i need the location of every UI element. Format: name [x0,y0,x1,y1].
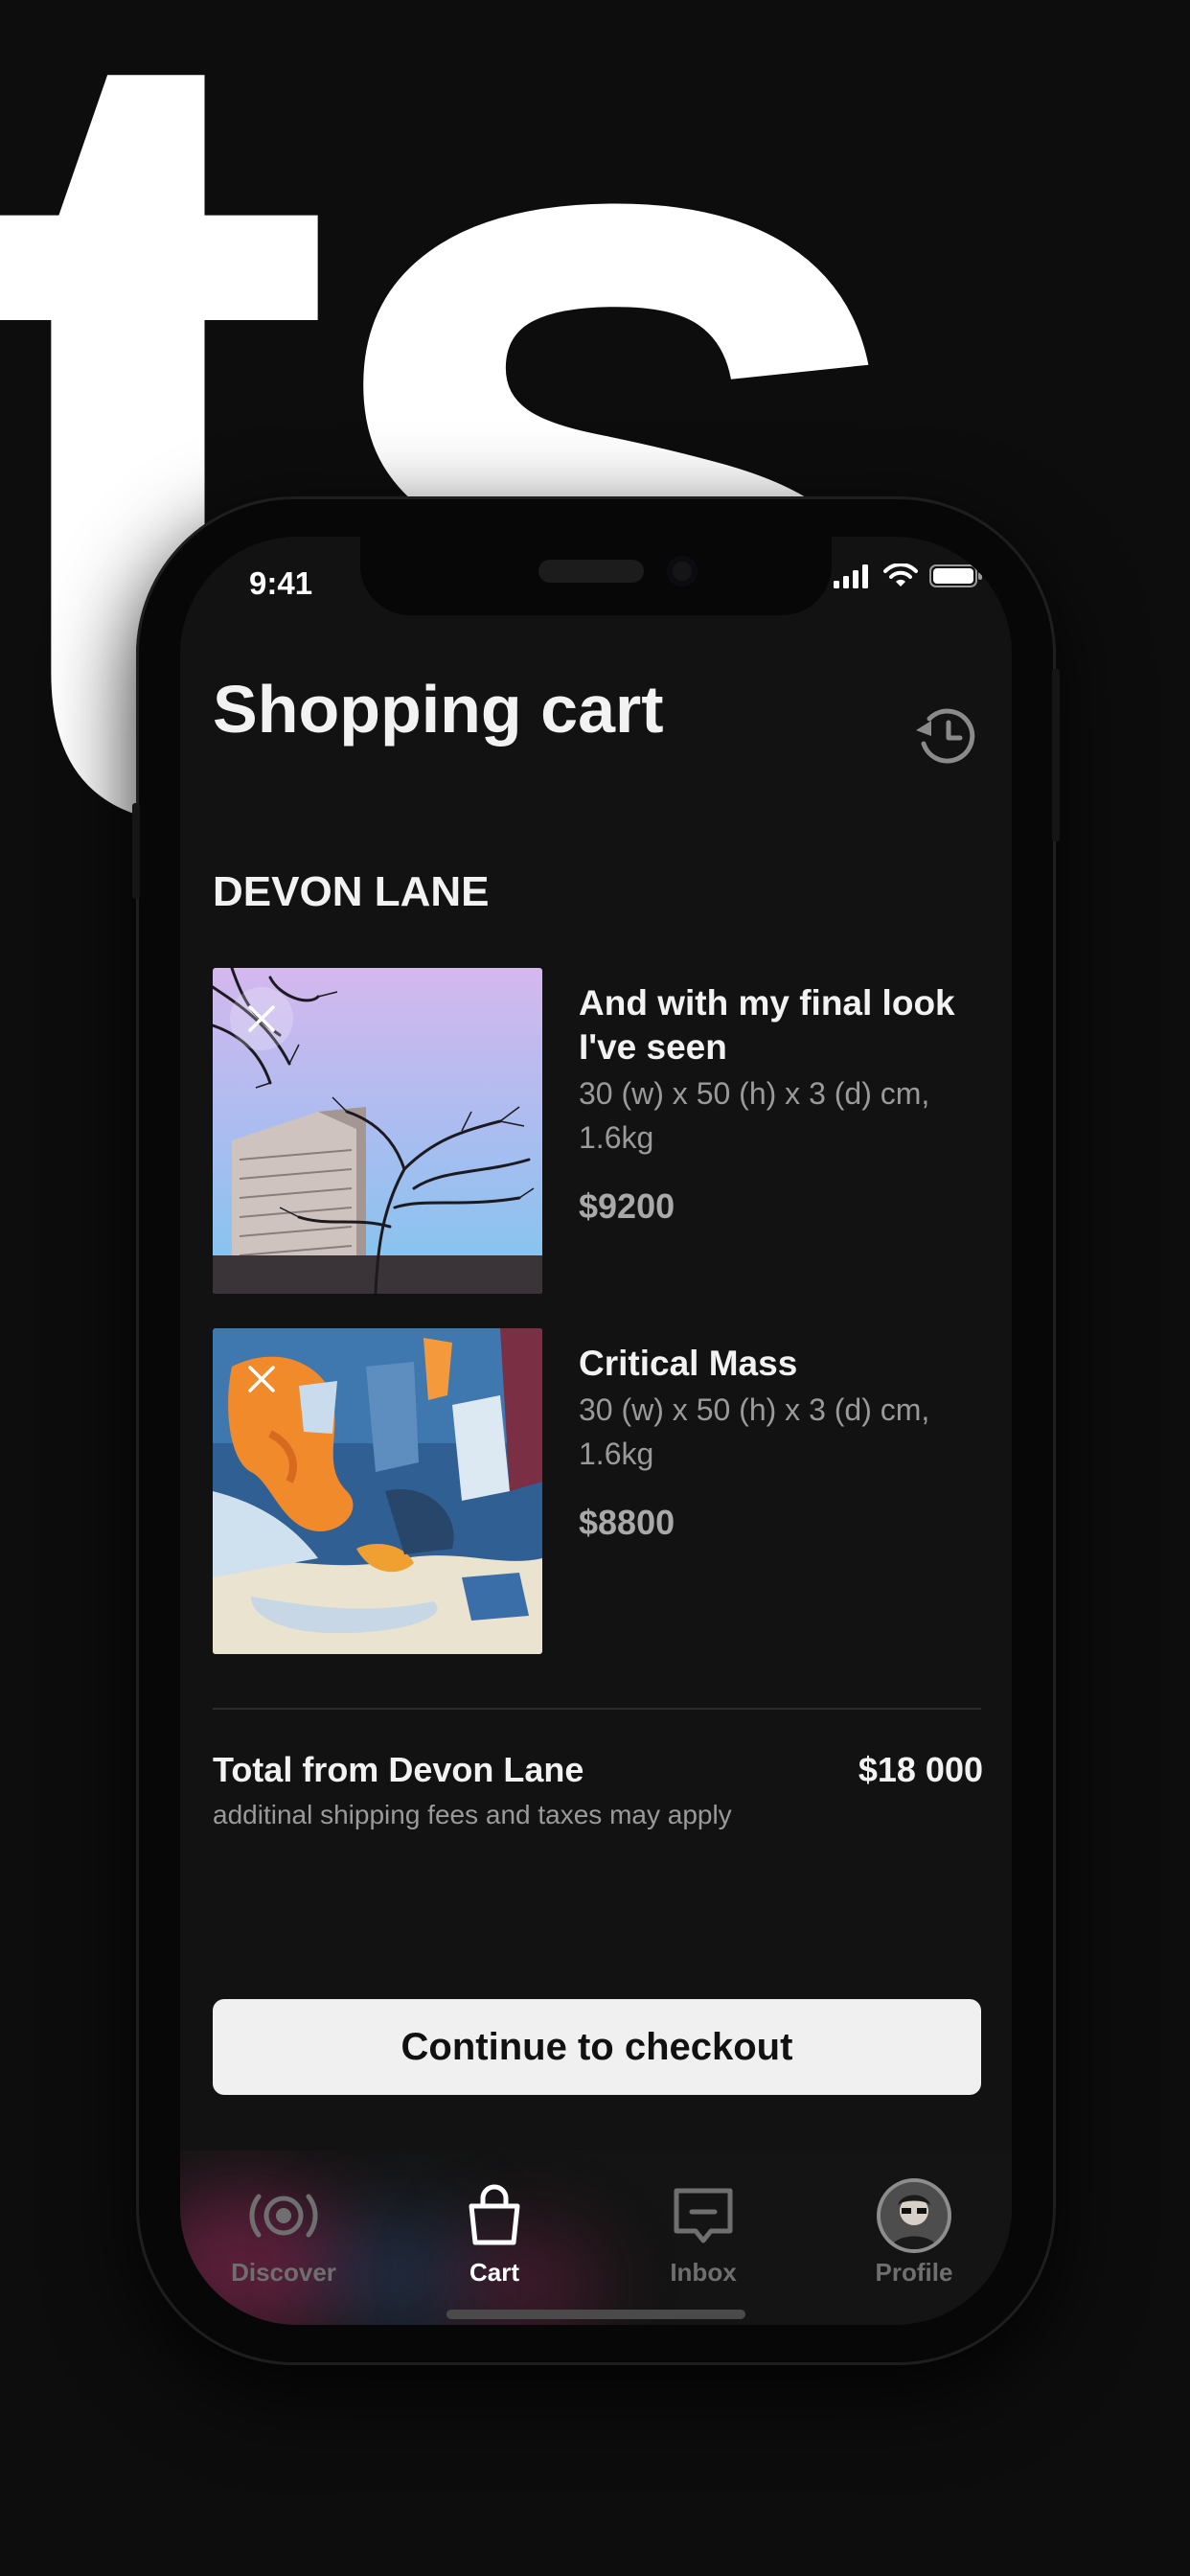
item-info: Critical Mass 30 (w) x 50 (h) x 3 (d) cm… [579,1342,981,1543]
phone-frame: 9:41 Shopping cart DEVON LANE And with m… [132,496,1060,2365]
broadcast-icon [245,2177,322,2254]
remove-item-button[interactable] [230,987,293,1050]
speaker-grille [538,560,644,583]
side-button [132,803,140,899]
item-dimensions: 30 (w) x 50 (h) x 3 (d) cm, 1.6kg [579,1076,930,1155]
notch [360,537,832,615]
item-price: $8800 [579,1503,675,1542]
history-icon[interactable] [908,698,985,774]
status-time: 9:41 [249,565,313,601]
tab-discover[interactable]: Discover [188,2177,379,2288]
tab-label: Inbox [670,2258,737,2287]
side-button [1052,669,1060,841]
remove-item-button[interactable] [230,1347,293,1411]
tab-profile[interactable]: Profile [818,2177,1010,2288]
item-price: $9200 [579,1186,675,1226]
cart-item: And with my final look I've seen 30 (w) … [213,968,979,1294]
front-camera [667,556,698,586]
close-icon [248,1366,275,1392]
page-title: Shopping cart [213,672,664,747]
tab-label: Profile [875,2258,953,2287]
home-indicator [446,2310,745,2319]
wifi-icon [883,564,918,586]
total-label: Total from Devon Lane [213,1750,584,1789]
app-screen: 9:41 Shopping cart DEVON LANE And with m… [180,537,1012,2325]
signal-icon [834,564,868,588]
shipping-note: additinal shipping fees and taxes may ap… [213,1800,732,1829]
item-dimensions: 30 (w) x 50 (h) x 3 (d) cm, 1.6kg [579,1392,930,1471]
tab-label: Discover [231,2258,336,2287]
shopping-bag-icon [456,2177,533,2254]
close-icon [248,1005,275,1032]
avatar-wrapper [876,2177,952,2254]
avatar [881,2182,948,2249]
checkout-button[interactable]: Continue to checkout [213,1999,981,2095]
item-info: And with my final look I've seen 30 (w) … [579,981,981,1227]
tab-bar: Discover Cart Inbox Profile [180,2150,1012,2325]
item-title[interactable]: Critical Mass [579,1342,981,1386]
tab-inbox[interactable]: Inbox [607,2177,799,2288]
artwork-thumbnail[interactable] [213,1328,542,1654]
total-value: $18 000 [858,1750,983,1789]
store-name: DEVON LANE [213,868,490,915]
cart-item: Critical Mass 30 (w) x 50 (h) x 3 (d) cm… [213,1328,979,1654]
tab-cart[interactable]: Cart [399,2177,590,2288]
message-icon [665,2177,742,2254]
battery-icon [929,564,982,587]
tab-label: Cart [469,2258,519,2287]
status-icons [834,564,983,588]
item-title[interactable]: And with my final look I've seen [579,981,981,1070]
artwork-thumbnail[interactable] [213,968,542,1294]
divider [213,1708,981,1710]
